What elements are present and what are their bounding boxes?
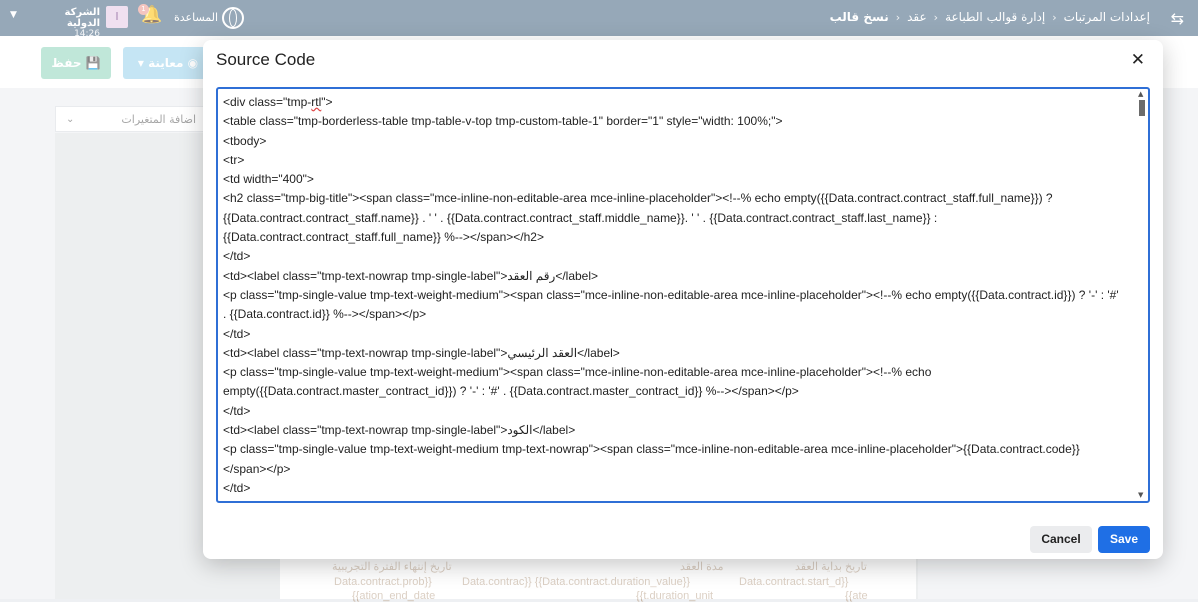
scroll-up-icon[interactable]: ▲ xyxy=(1138,91,1143,98)
cancel-button[interactable]: Cancel xyxy=(1030,526,1092,553)
code-line: </td> xyxy=(223,249,251,264)
scroll-down-icon[interactable]: ▼ xyxy=(1138,492,1143,499)
code-line: </td> xyxy=(223,326,251,341)
source-code-dialog: Source Code ✕ <div class="tmp-rtl"> <tab… xyxy=(203,40,1163,559)
scrollbar-thumb[interactable] xyxy=(1139,100,1145,116)
code-line: <tbody> xyxy=(223,133,267,148)
code-line: <td width="400"> xyxy=(223,172,314,187)
code-line: <td><label class="tmp-text-nowrap tmp-si… xyxy=(223,423,576,438)
code-line: <td><label class="tmp-text-nowrap tmp-si… xyxy=(223,268,599,283)
code-line: <div class="tmp-rtl"> xyxy=(223,95,333,109)
code-line: <p class="tmp-single-value tmp-text-weig… xyxy=(223,442,1080,476)
code-line: <p class="tmp-single-value tmp-text-weig… xyxy=(223,365,935,399)
code-line: <p class="tmp-single-value tmp-text-weig… xyxy=(223,287,1122,322)
code-line: </td> xyxy=(223,403,251,418)
source-code-textarea[interactable]: <div class="tmp-rtl"> <table class="tmp-… xyxy=(216,87,1150,503)
code-line: </td> xyxy=(223,480,251,495)
code-line: <tr> xyxy=(223,152,245,167)
save-button[interactable]: Save xyxy=(1098,526,1150,553)
dialog-title: Source Code xyxy=(216,50,316,69)
code-line: <h2 class="tmp-big-title"><span class="m… xyxy=(223,191,1056,245)
source-code-content[interactable]: <div class="tmp-rtl"> <table class="tmp-… xyxy=(223,93,1123,498)
spellcheck-underline: rtl xyxy=(311,95,322,109)
code-line: <td><label class="tmp-text-nowrap tmp-si… xyxy=(223,345,620,360)
vertical-scrollbar[interactable]: ▲ ▼ xyxy=(1138,91,1146,499)
code-line: <table class="tmp-borderless-table tmp-t… xyxy=(223,114,783,129)
close-icon[interactable]: ✕ xyxy=(1131,50,1145,70)
